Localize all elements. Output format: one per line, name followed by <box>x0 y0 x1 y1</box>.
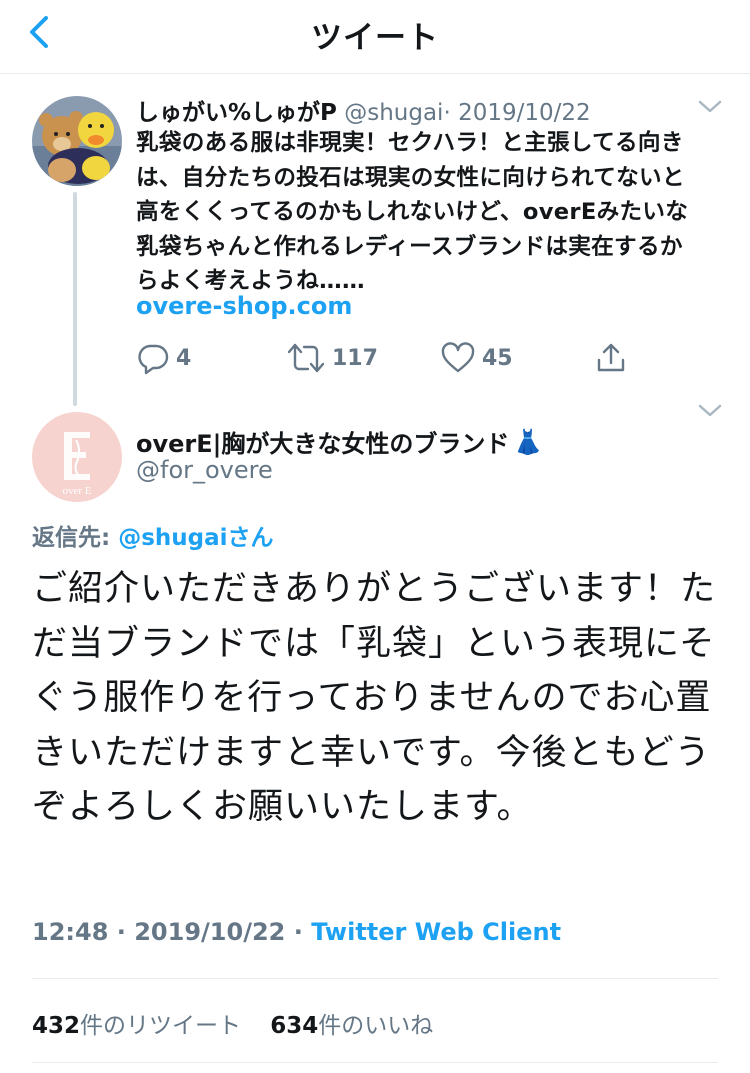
handle[interactable]: @for_overe <box>136 456 273 484</box>
divider <box>32 978 718 979</box>
separator: · <box>285 918 312 946</box>
handle[interactable]: @shugai <box>344 100 443 126</box>
header-bar: ツイート <box>0 0 750 74</box>
dress-emoji: 👗 <box>513 427 544 456</box>
likes-stat[interactable]: 634件のいいね <box>270 1013 433 1039</box>
reply-to-line: 返信先: @shugaiさん <box>32 518 274 552</box>
reply-button[interactable]: 4 <box>136 340 191 376</box>
heart-icon <box>441 342 475 373</box>
chevron-down-icon[interactable] <box>695 96 725 116</box>
display-name-text: overE|胸が大きな女性のブランド <box>136 430 510 458</box>
retweets-stat[interactable]: 432件のリツイート <box>32 1013 241 1039</box>
chevron-down-icon[interactable] <box>695 400 725 420</box>
tweet-text: ご紹介いただきありがとうございます！ただ当ブランドでは「乳袋」という表現にそぐう… <box>32 569 717 827</box>
parent-tweet-header: しゅがい%しゅがP @shugai· 2019/10/22 <box>136 93 696 127</box>
tweet-date: 2019/10/22 <box>134 918 286 946</box>
reply-to-label: 返信先: <box>32 525 119 551</box>
page-title: ツイート <box>311 20 439 56</box>
like-button[interactable]: 45 <box>440 340 513 376</box>
retweet-button[interactable]: 117 <box>286 340 378 376</box>
retweet-total: 432 <box>32 1013 81 1039</box>
tweet-date[interactable]: 2019/10/22 <box>458 100 591 126</box>
separator: · <box>108 918 135 946</box>
like-count: 45 <box>482 345 513 371</box>
like-label: 件のいいね <box>318 1013 434 1039</box>
separator: · <box>443 100 451 126</box>
avatar-logo-text: over E <box>62 485 91 497</box>
divider <box>32 1062 718 1063</box>
tweet-meta: 12:48 · 2019/10/22 · Twitter Web Client <box>32 918 561 946</box>
retweet-icon <box>287 343 325 373</box>
brand-logo-image: over E <box>32 412 122 502</box>
retweet-count: 117 <box>332 345 378 371</box>
tweet-text: 乳袋のある服は非現実！セクハラ！と主張してる向きは、自分たちの投石は現実の女性に… <box>136 130 689 294</box>
reply-count: 4 <box>176 345 192 371</box>
tweet-stats: 432件のリツイート 634件のいいね <box>32 1006 433 1040</box>
reply-icon <box>138 344 169 375</box>
share-button[interactable] <box>594 340 628 376</box>
share-icon <box>597 343 625 372</box>
retweet-label: 件のリツイート <box>80 1013 242 1039</box>
tweet-link[interactable]: overe-shop.com <box>136 292 352 320</box>
avatar[interactable]: over E <box>32 412 122 502</box>
like-total: 634 <box>270 1013 319 1039</box>
avatar[interactable] <box>32 96 122 186</box>
display-name[interactable]: しゅがい%しゅがP <box>136 100 337 126</box>
thread-connector-line <box>73 192 77 406</box>
tweet-client[interactable]: Twitter Web Client <box>311 918 561 946</box>
display-name[interactable]: overE|胸が大きな女性のブランド 👗 <box>136 424 543 459</box>
avatar-bears-image <box>32 96 122 186</box>
reply-to-mention[interactable]: @shugaiさん <box>118 525 273 551</box>
tweet-time: 12:48 <box>32 918 109 946</box>
